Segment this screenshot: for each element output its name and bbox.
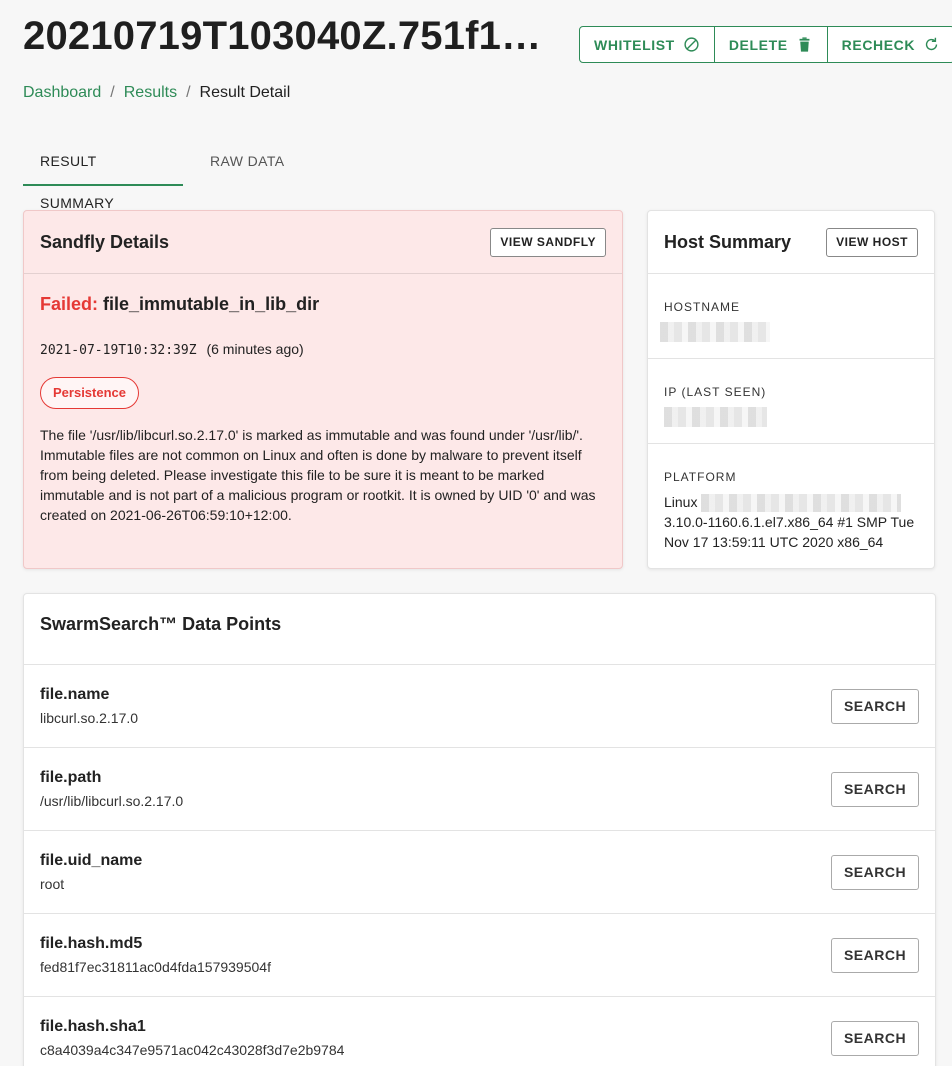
host-card-title: Host Summary <box>664 231 792 252</box>
tab-result-summary[interactable]: RESULT SUMMARY <box>23 140 183 211</box>
delete-button[interactable]: DELETE <box>713 27 827 62</box>
hostname-value-redacted <box>660 322 918 342</box>
trash-icon <box>799 37 810 52</box>
data-point-row: file.name libcurl.so.2.17.0 SEARCH <box>24 665 935 748</box>
data-point-row: file.path /usr/lib/libcurl.so.2.17.0 SEA… <box>24 748 935 831</box>
search-button[interactable]: SEARCH <box>831 1020 919 1056</box>
platform-label: PLATFORM <box>664 470 737 484</box>
platform-prefix: Linux <box>664 494 698 510</box>
recheck-button[interactable]: RECHECK <box>826 27 952 62</box>
whitelist-button[interactable]: WHITELIST <box>580 27 714 62</box>
data-point-row: file.uid_name root SEARCH <box>24 831 935 914</box>
sandfly-name: file_immutable_in_lib_dir <box>103 294 320 314</box>
data-point-value: c8a4039a4c347e9571ac042c43028f3d7e2b9784 <box>40 1042 345 1058</box>
sandfly-card-title: Sandfly Details <box>40 231 170 252</box>
view-host-button[interactable]: VIEW HOST <box>826 227 918 257</box>
data-point-value: libcurl.so.2.17.0 <box>40 710 139 726</box>
sandfly-card-header: Sandfly Details VIEW SANDFLY <box>24 211 622 274</box>
result-timestamp: 2021-07-19T10:32:39Z (6 minutes ago) <box>40 341 606 358</box>
ip-section: IP (LAST SEEN) <box>648 359 934 444</box>
tag-badge: Persistence <box>40 377 139 409</box>
breadcrumb-current: Result Detail <box>199 84 291 101</box>
tab-raw-data[interactable]: RAW DATA <box>193 140 302 186</box>
host-card-header: Host Summary VIEW HOST <box>648 211 934 274</box>
timestamp-value: 2021-07-19T10:32:39Z <box>40 343 197 358</box>
result-actions: WHITELIST DELETE RECHECK <box>579 26 952 63</box>
page-title: 20210719T103040Z.751f12... <box>23 14 548 58</box>
delete-label: DELETE <box>728 36 788 53</box>
search-button[interactable]: SEARCH <box>831 771 919 807</box>
breadcrumb-separator: / <box>186 84 191 101</box>
hostname-section: HOSTNAME <box>648 274 934 359</box>
data-point-key: file.path <box>40 769 102 786</box>
view-sandfly-button[interactable]: VIEW SANDFLY <box>490 227 606 257</box>
data-point-key: file.uid_name <box>40 852 143 869</box>
sandfly-result-line: Failed: file_immutable_in_lib_dir <box>40 294 606 315</box>
ip-label: IP (LAST SEEN) <box>664 385 767 399</box>
platform-redacted <box>701 494 902 513</box>
breadcrumb-results[interactable]: Results <box>124 84 177 102</box>
platform-value: Linux 3.10.0-1160.6.1.el7.x86_64 #1 SMP … <box>664 492 918 552</box>
hostname-label: HOSTNAME <box>664 300 741 314</box>
result-description: The file '/usr/lib/libcurl.so.2.17.0' is… <box>40 427 596 523</box>
tab-bar: RESULT SUMMARY RAW DATA <box>23 140 302 211</box>
relative-time: (6 minutes ago) <box>206 341 304 357</box>
data-point-row: file.hash.sha1 c8a4039a4c347e9571ac042c4… <box>24 997 935 1066</box>
data-point-value: root <box>40 876 65 892</box>
data-point-key: file.hash.md5 <box>40 935 143 952</box>
breadcrumb-separator: / <box>110 84 115 101</box>
recheck-label: RECHECK <box>841 36 916 53</box>
swarmsearch-card: SwarmSearch™ Data Points file.name libcu… <box>23 593 936 1066</box>
data-point-key: file.name <box>40 686 110 703</box>
data-point-row: file.hash.md5 fed81f7ec31811ac0d4fda1579… <box>24 914 935 997</box>
swarmsearch-title: SwarmSearch™ Data Points <box>24 594 935 665</box>
platform-section: PLATFORM Linux 3.10.0-1160.6.1.el7.x86_6… <box>648 444 934 552</box>
breadcrumb-dashboard[interactable]: Dashboard <box>23 84 101 102</box>
data-point-value: /usr/lib/libcurl.so.2.17.0 <box>40 793 184 809</box>
search-button[interactable]: SEARCH <box>831 937 919 973</box>
platform-detail: 3.10.0-1160.6.1.el7.x86_64 #1 SMP Tue No… <box>664 514 915 551</box>
data-point-value: fed81f7ec31811ac0d4fda157939504f <box>40 959 271 975</box>
whitelist-label: WHITELIST <box>594 36 675 53</box>
sandfly-details-card: Sandfly Details VIEW SANDFLY Failed: fil… <box>23 210 623 569</box>
search-button[interactable]: SEARCH <box>831 854 919 890</box>
ip-value-redacted <box>664 407 918 427</box>
breadcrumb: Dashboard / Results / Result Detail <box>23 84 290 102</box>
search-button[interactable]: SEARCH <box>831 688 919 724</box>
data-point-key: file.hash.sha1 <box>40 1018 146 1035</box>
refresh-icon <box>925 37 938 51</box>
failed-status-label: Failed: <box>40 294 99 314</box>
host-summary-card: Host Summary VIEW HOST HOSTNAME IP (LAST… <box>647 210 935 569</box>
block-icon <box>684 37 699 52</box>
